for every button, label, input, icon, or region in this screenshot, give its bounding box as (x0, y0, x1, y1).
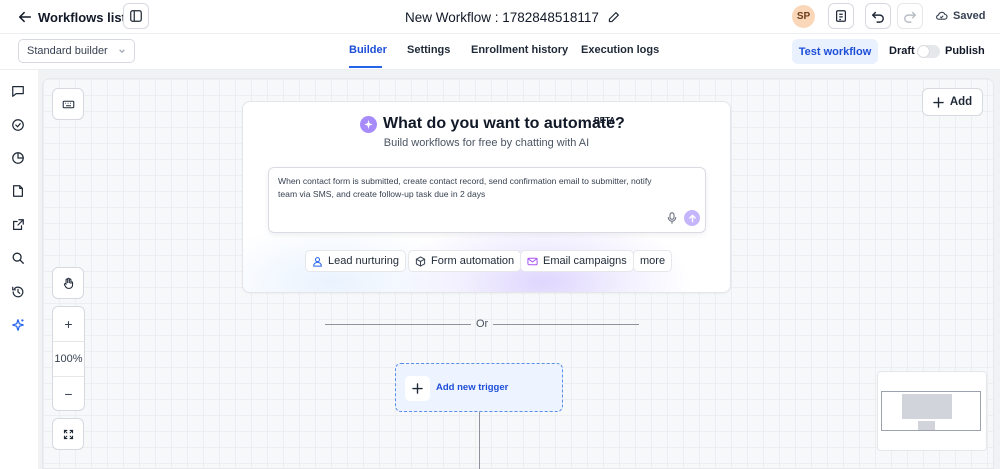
redo-icon (904, 11, 916, 23)
undo-icon (872, 11, 884, 23)
zoom-controls: + 100% − (52, 306, 85, 411)
add-button[interactable]: Add (922, 88, 983, 116)
chip-label: Lead nurturing (328, 255, 399, 267)
expand-icon (63, 429, 73, 439)
left-rail (0, 70, 38, 469)
arrow-up-icon (688, 214, 696, 222)
save-status: Saved (935, 9, 985, 22)
chip-label: Form automation (431, 255, 515, 267)
avatar[interactable]: SP (792, 5, 815, 28)
test-workflow-button[interactable]: Test workflow (792, 39, 878, 64)
ai-sparkle-icon (360, 115, 377, 133)
chip-lead-nurturing[interactable]: Lead nurturing (305, 250, 406, 272)
ai-automation-card: What do you want to automate? BETA Build… (242, 101, 731, 293)
tab-execution-logs[interactable]: Execution logs (581, 44, 659, 56)
zoom-out-button[interactable]: − (53, 377, 84, 411)
add-trigger-label: Add new trigger (436, 382, 509, 393)
back-to-workflows-link[interactable]: Workflows list (18, 7, 126, 27)
tab-enrollment-history[interactable]: Enrollment history (471, 44, 568, 56)
user-icon (313, 256, 322, 267)
search-icon[interactable] (11, 251, 25, 265)
sparkle-icon[interactable] (11, 318, 25, 332)
workflow-title-text: New Workflow : 1782848518117 (405, 9, 599, 25)
chip-more[interactable]: more (633, 250, 673, 272)
ai-prompt-input[interactable]: When contact form is submitted, create c… (268, 167, 706, 233)
fit-view-button[interactable] (52, 418, 84, 450)
chevron-down-icon (119, 49, 125, 53)
check-circle-icon[interactable] (11, 118, 25, 132)
or-separator-label: Or (476, 318, 489, 330)
sidebar-panel-icon (130, 10, 142, 22)
plus-icon (933, 96, 944, 108)
publish-toggle[interactable] (917, 45, 940, 58)
audit-log-button[interactable] (828, 3, 854, 29)
hand-icon (63, 277, 73, 289)
ai-card-heading: What do you want to automate? (360, 115, 625, 133)
mail-icon (527, 257, 538, 265)
minimap-node (918, 421, 935, 430)
zoom-in-button[interactable]: + (53, 307, 84, 341)
active-tab-indicator (349, 66, 382, 68)
add-trigger-node[interactable]: Add new trigger (395, 363, 563, 412)
save-status-label: Saved (953, 9, 986, 22)
tab-builder[interactable]: Builder (349, 44, 387, 56)
pan-tool-button[interactable] (52, 267, 84, 299)
history-icon[interactable] (11, 285, 25, 299)
zoom-level: 100% (54, 353, 83, 365)
redo-button[interactable] (897, 3, 923, 29)
builder-mode-value: Standard builder (27, 45, 108, 57)
add-trigger-plus (405, 376, 430, 401)
top-bar: Workflows list New Workflow : 1782848518… (0, 0, 1000, 34)
draft-label: Draft (889, 45, 915, 57)
back-label: Workflows list (38, 9, 126, 25)
sub-bar: Standard builder Builder Settings Enroll… (0, 34, 1000, 70)
keyboard-shortcuts-button[interactable] (52, 88, 84, 120)
document-icon[interactable] (11, 184, 25, 198)
ai-prompt-text[interactable]: When contact form is submitted, create c… (278, 175, 668, 201)
cube-icon (415, 255, 426, 267)
arrow-left-icon (18, 11, 32, 23)
workflow-title: New Workflow : 1782848518117 (405, 7, 620, 27)
chip-label: more (640, 255, 666, 267)
toggle-panel-button[interactable] (123, 3, 149, 29)
external-link-icon[interactable] (11, 218, 25, 232)
beta-badge: BETA (594, 116, 616, 125)
keyboard-icon (62, 100, 74, 108)
clipboard-icon (836, 10, 846, 22)
chip-form-automation[interactable]: Form automation (408, 250, 522, 272)
publish-label: Publish (945, 45, 985, 57)
add-label: Add (949, 96, 973, 108)
ai-card-subtitle: Build workflows for free by chatting wit… (383, 137, 590, 149)
pencil-icon[interactable] (607, 11, 620, 24)
microphone-icon[interactable] (667, 212, 677, 224)
minimap[interactable] (877, 371, 987, 451)
pie-chart-icon[interactable] (11, 151, 25, 165)
trigger-connector-line (479, 412, 480, 469)
plus-icon (412, 383, 423, 394)
ai-card-title: What do you want to automate? (383, 115, 625, 132)
builder-mode-select[interactable]: Standard builder (18, 39, 135, 63)
chat-icon[interactable] (11, 84, 25, 98)
divider-line-right (493, 324, 639, 325)
minimap-node (902, 394, 952, 419)
send-prompt-button[interactable] (684, 210, 700, 226)
undo-button[interactable] (865, 3, 891, 29)
tab-settings[interactable]: Settings (407, 44, 450, 56)
cloud-check-icon (936, 11, 948, 20)
chip-email-campaigns[interactable]: Email campaigns (520, 250, 634, 272)
divider-line-left (325, 324, 471, 325)
chip-label: Email campaigns (543, 255, 627, 267)
